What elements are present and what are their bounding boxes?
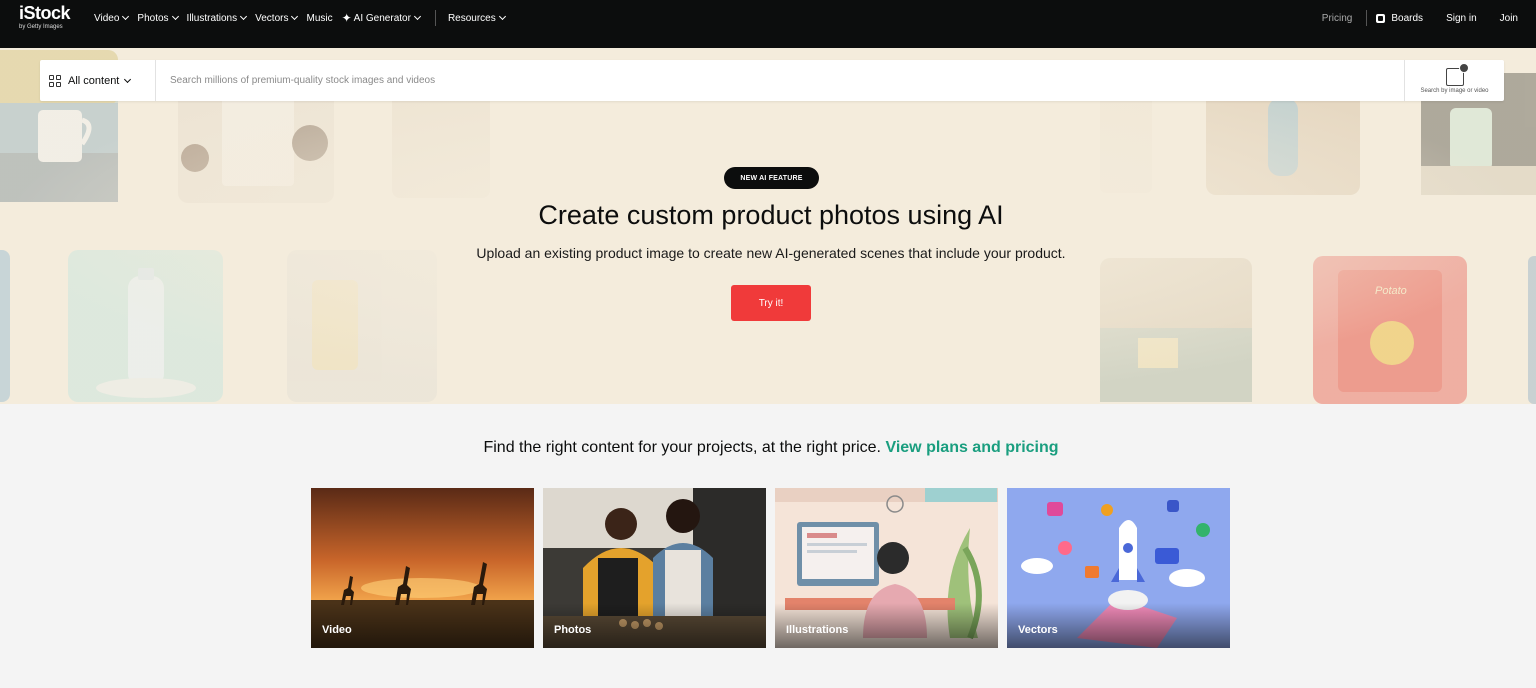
chevron-down-icon <box>291 12 299 21</box>
logo-subtext: by Getty Images <box>19 24 63 30</box>
nav-item-resources[interactable]: Resources <box>447 12 506 24</box>
chevron-down-icon <box>122 12 130 21</box>
nav-item-video[interactable]: Video <box>94 12 130 24</box>
pricing-link[interactable]: Pricing <box>1322 13 1353 24</box>
hero-title: Create custom product photos using AI <box>538 200 1004 230</box>
nav-item-label: Vectors <box>255 12 289 24</box>
view-plans-link[interactable]: View plans and pricing <box>885 439 1058 456</box>
nav-item-label: Music <box>306 12 333 24</box>
category-card-video[interactable]: Video <box>311 488 534 648</box>
boards-link[interactable]: Boards <box>1376 13 1423 24</box>
nav-divider <box>1366 10 1368 26</box>
logo-text: iStock <box>19 3 71 23</box>
nav-item-photos[interactable]: Photos <box>137 12 179 24</box>
try-it-button[interactable]: Try it! <box>731 285 811 321</box>
card-label: Video <box>322 624 352 636</box>
content-type-dropdown[interactable]: All content <box>40 60 156 101</box>
content-type-label: All content <box>68 74 120 87</box>
sparkle-icon: ✦ <box>341 11 352 25</box>
image-search-label: Search by image or video <box>1420 88 1489 94</box>
nav-item-label: Illustrations <box>186 12 238 24</box>
category-cards: Video Photos Illustrations Vectors <box>311 488 1239 648</box>
nav-right: Pricing Boards Sign in Join <box>1322 0 1518 36</box>
boards-label: Boards <box>1391 12 1424 24</box>
nav-item-label: Video <box>94 12 120 24</box>
image-search-button[interactable]: Search by image or video <box>1404 60 1504 101</box>
nav-item-illustrations[interactable]: Illustrations <box>186 12 248 24</box>
nav-item-vectors[interactable]: Vectors <box>255 12 299 24</box>
nav-item-label: Photos <box>137 12 169 24</box>
nav-item-ai-generator[interactable]: ✦ AI Generator <box>341 11 421 25</box>
search-input[interactable] <box>156 60 1404 101</box>
category-card-vectors[interactable]: Vectors <box>1007 488 1230 648</box>
chevron-down-icon <box>413 12 421 21</box>
istock-logo[interactable]: iStock by Getty Images <box>19 3 81 33</box>
join-link[interactable]: Join <box>1500 13 1518 24</box>
image-search-icon <box>1445 63 1469 86</box>
chevron-down-icon <box>498 12 506 21</box>
nav-item-music[interactable]: Music <box>306 13 332 24</box>
nav-item-label: AI Generator <box>353 12 411 24</box>
nav-divider <box>434 10 436 26</box>
chevron-down-icon <box>171 12 179 21</box>
chevron-down-icon <box>124 75 132 83</box>
hero-subtitle: Upload an existing product image to crea… <box>476 245 1066 261</box>
plans-prompt: Find the right content for your projects… <box>0 439 1536 457</box>
card-label: Illustrations <box>786 624 849 636</box>
decorative-package-text: Potato <box>1375 285 1407 297</box>
sign-in-link[interactable]: Sign in <box>1446 13 1477 24</box>
boards-icon <box>1376 13 1386 23</box>
category-card-illustrations[interactable]: Illustrations <box>775 488 998 648</box>
card-label: Vectors <box>1018 624 1058 636</box>
chevron-down-icon <box>240 12 248 21</box>
main-nav: Video Photos Illustrations Vectors Music… <box>94 0 514 36</box>
search-bar: All content Search by image or video <box>40 60 1504 101</box>
new-feature-badge: NEW AI FEATURE <box>724 167 819 189</box>
category-card-photos[interactable]: Photos <box>543 488 766 648</box>
plans-text: Find the right content for your projects… <box>483 439 881 456</box>
top-navbar: iStock by Getty Images Video Photos Illu… <box>0 0 1536 48</box>
nav-item-label: Resources <box>447 12 496 24</box>
card-label: Photos <box>554 624 592 636</box>
hero-banner: Potato NEW AI FEATURE Create custom prod… <box>0 48 1536 404</box>
grid-icon <box>49 74 61 87</box>
